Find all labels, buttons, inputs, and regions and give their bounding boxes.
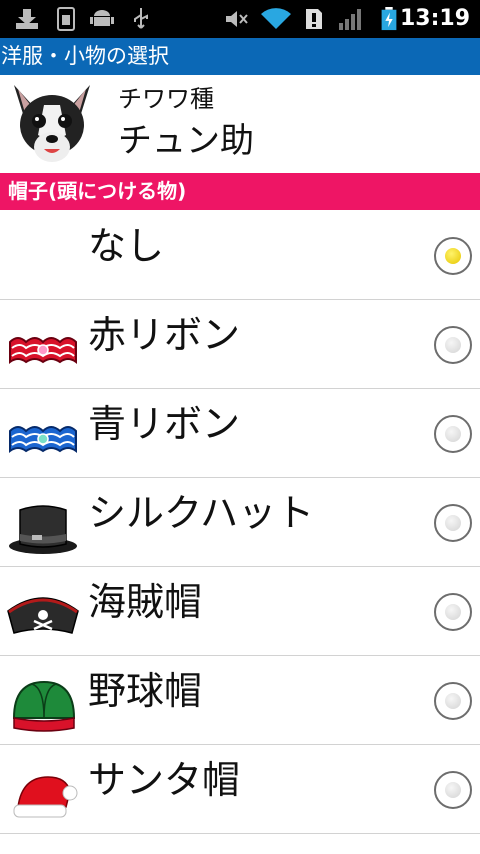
dog-name: チュン助 [118,121,254,161]
chihuahua-avatar [14,85,90,162]
silk-hat-icon [9,505,77,554]
page-title: 洋服・小物の選択 [1,44,169,68]
item-label: なし [88,224,165,268]
signal-icon [339,9,361,30]
item-label: 青リボン [88,402,241,446]
clock: 13:19 [399,6,470,31]
list-item-blue-ribbon[interactable]: 青リボン [0,389,480,478]
blue-ribbon-icon [9,426,77,453]
status-bar: 13:19 [0,0,480,38]
dog-breed: チワワ種 [118,85,214,113]
red-ribbon-icon [9,337,77,364]
category-header: 帽子(頭につける物) [0,173,480,210]
radio-button[interactable] [434,237,472,275]
list-item-silk-hat[interactable]: シルクハット [0,478,480,567]
list-item-none[interactable]: なし [0,211,480,300]
battery-charging-icon [381,7,397,31]
usb-icon [134,8,148,29]
android-icon [90,10,114,26]
category-title: 帽子(頭につける物) [8,179,187,203]
radio-dot [445,515,461,531]
list-item-santa-hat[interactable]: サンタ帽 [0,745,480,834]
sim-icon [57,7,75,31]
item-label: 野球帽 [88,669,203,713]
list-item-pirate-hat[interactable]: 海賊帽 [0,567,480,656]
radio-button[interactable] [434,415,472,453]
item-label: サンタ帽 [88,758,241,802]
list-item-red-ribbon[interactable]: 赤リボン [0,300,480,389]
dog-header: チワワ種 チュン助 [0,75,480,173]
item-label: シルクハット [88,491,315,535]
radio-dot [445,426,461,442]
radio-dot [445,604,461,620]
item-label: 海賊帽 [88,580,203,624]
radio-dot [445,693,461,709]
pirate-hat-icon [7,597,79,634]
radio-button[interactable] [434,771,472,809]
radio-button[interactable] [434,504,472,542]
item-label: 赤リボン [88,313,241,357]
radio-dot [445,337,461,353]
list-item-baseball-cap[interactable]: 野球帽 [0,656,480,745]
santa-hat-icon [13,776,78,818]
radio-button[interactable] [434,682,472,720]
mute-icon [226,11,248,27]
radio-button[interactable] [434,593,472,631]
radio-button[interactable] [434,326,472,364]
download-icon [16,9,38,29]
title-bar: 洋服・小物の選択 [0,38,480,75]
radio-dot [445,248,461,264]
baseball-cap-icon [12,680,76,732]
radio-dot [445,782,461,798]
alert-icon [306,9,322,29]
wifi-icon [261,8,291,29]
